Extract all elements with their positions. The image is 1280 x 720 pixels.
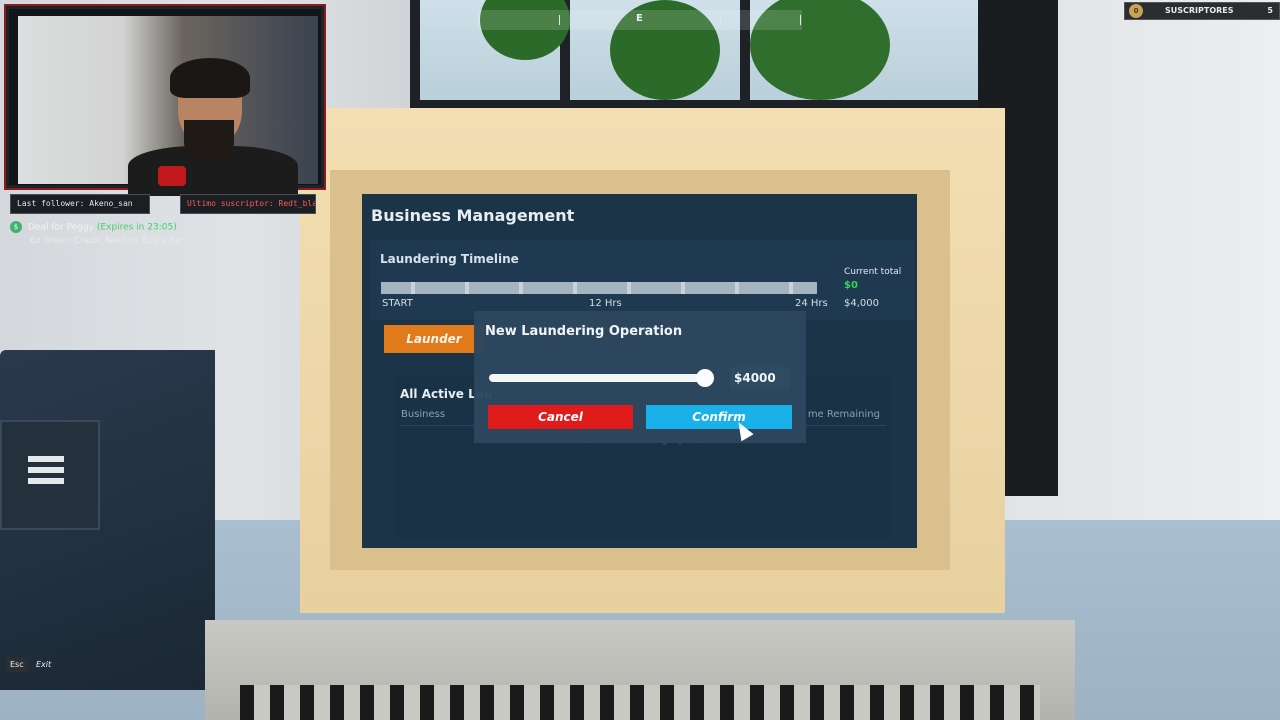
current-total-value: $0 bbox=[844, 280, 858, 291]
compass-tick bbox=[720, 15, 721, 25]
timeline-end: 24 Hrs bbox=[795, 298, 828, 309]
launder-button[interactable]: Launder bbox=[384, 325, 484, 353]
modal-title: New Laundering Operation bbox=[485, 324, 683, 339]
max-total: $4,000 bbox=[844, 298, 879, 309]
timeline-mid: 12 Hrs bbox=[589, 298, 622, 309]
compass-tick bbox=[559, 15, 560, 25]
exit-label: Exit bbox=[36, 660, 52, 669]
quest-entry: $ Deal for Peggy (Expires in 23:05) bbox=[10, 221, 177, 233]
laundering-timeline-panel: Laundering Timeline START 12 Hrs 24 Hrs … bbox=[370, 240, 914, 320]
last-subscriber-tag: Ultimo suscriptor: Redt_bla bbox=[180, 194, 316, 214]
quest-detail: 6x Green Crack, Next to Bud's Bar bbox=[30, 236, 185, 246]
streamer-hair bbox=[170, 58, 250, 98]
timeline-start: START bbox=[382, 298, 413, 309]
subscriber-label: SUSCRIPTORES bbox=[1165, 6, 1234, 15]
subscriber-goal-bar: 0 SUSCRIPTORES 5 bbox=[1124, 2, 1280, 20]
webcam-feed bbox=[18, 16, 318, 196]
confirm-button[interactable]: Confirm bbox=[646, 405, 792, 429]
page-title: Business Management bbox=[371, 206, 575, 225]
column-header-business: Business bbox=[401, 409, 446, 420]
dollar-icon: $ bbox=[10, 221, 22, 233]
compass-heading: E bbox=[636, 13, 643, 24]
chair-accent bbox=[158, 166, 186, 186]
subscriber-count: 5 bbox=[1267, 6, 1273, 15]
compass-bar: E bbox=[478, 10, 802, 30]
amount-value: $4000 bbox=[730, 367, 790, 389]
amount-slider[interactable] bbox=[489, 374, 711, 382]
timeline-label: Laundering Timeline bbox=[380, 252, 519, 266]
slider-handle[interactable] bbox=[696, 369, 714, 387]
timeline-bar bbox=[381, 282, 817, 294]
machine-display bbox=[28, 456, 64, 488]
quest-expires: (Expires in 23:05) bbox=[96, 222, 177, 233]
tree bbox=[480, 0, 570, 60]
quest-title: Deal for Peggy bbox=[28, 222, 94, 233]
column-header-time-remaining: me Remaining bbox=[807, 409, 880, 420]
webcam-overlay bbox=[4, 4, 326, 196]
esc-key-hint[interactable]: Esc bbox=[6, 658, 28, 672]
coin-icon: 0 bbox=[1129, 4, 1143, 18]
compass-tick bbox=[800, 15, 801, 25]
new-laundering-modal: New Laundering Operation $4000 Cancel Co… bbox=[474, 311, 806, 443]
monitor-vent bbox=[240, 685, 1040, 720]
current-total-label: Current total bbox=[844, 267, 902, 277]
compass-tick bbox=[479, 15, 480, 25]
cancel-button[interactable]: Cancel bbox=[488, 405, 633, 429]
streamer-beard bbox=[184, 120, 234, 158]
last-follower-tag: Last follower: Akeno_san bbox=[10, 194, 150, 214]
